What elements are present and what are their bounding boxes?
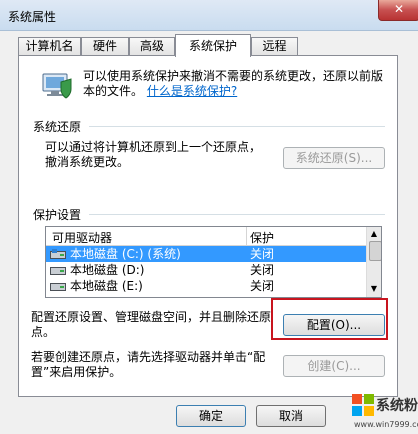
title-bar: 系统属性 ✕ xyxy=(0,0,418,31)
section-title-protection: 保护设置 xyxy=(33,208,82,222)
scroll-down-icon[interactable]: ▼ xyxy=(368,283,380,295)
hard-drive-icon xyxy=(50,283,66,291)
drive-protection-status: 关闭 xyxy=(250,247,275,261)
scroll-thumb[interactable] xyxy=(369,241,381,261)
section-divider xyxy=(89,214,385,215)
hard-drive-icon xyxy=(50,267,66,275)
drive-name: 本地磁盘 (E:) xyxy=(70,279,143,293)
drives-list[interactable]: 可用驱动器 保护 本地磁盘 (C:) (系统) 关闭 本地磁盘 (D:) 关闭 xyxy=(45,226,382,298)
what-is-system-protection-link[interactable]: 什么是系统保护? xyxy=(147,84,237,98)
highlight-annotation xyxy=(271,298,388,340)
list-scrollbar[interactable]: ▲ ▼ xyxy=(366,227,381,297)
tab-panel: 可以使用系统保护来撤消不需要的系统更改，还原以前版本的文件。 什么是系统保护? … xyxy=(18,55,398,397)
close-button[interactable]: ✕ xyxy=(378,0,418,21)
system-restore-button[interactable]: 系统还原(S)... xyxy=(283,147,385,169)
section-title-restore: 系统还原 xyxy=(33,120,82,134)
drive-row[interactable]: 本地磁盘 (E:) 关闭 xyxy=(46,278,366,294)
configure-description: 配置还原设置、管理磁盘空间，并且删除还原点。 xyxy=(31,310,272,339)
create-description: 若要创建还原点，请先选择驱动器并单击“配置”来启用保护。 xyxy=(31,350,266,379)
column-header-protection[interactable]: 保护 xyxy=(250,229,274,246)
drive-protection-status: 关闭 xyxy=(250,279,275,293)
ok-button[interactable]: 确定 xyxy=(176,405,246,427)
intro-text: 可以使用系统保护来撤消不需要的系统更改，还原以前版本的文件。 什么是系统保护? xyxy=(83,69,384,98)
system-protection-icon xyxy=(42,73,72,99)
watermark: 系统粉 www.win7999.com xyxy=(352,390,418,434)
tab-remote[interactable]: 远程 xyxy=(251,37,298,55)
create-button[interactable]: 创建(C)... xyxy=(283,355,385,377)
column-header-drive[interactable]: 可用驱动器 xyxy=(52,229,112,246)
watermark-brand: 系统粉 xyxy=(376,398,418,414)
window-title: 系统属性 xyxy=(8,10,57,24)
drive-row[interactable]: 本地磁盘 (D:) 关闭 xyxy=(46,262,366,278)
tab-system-protection[interactable]: 系统保护 xyxy=(175,34,251,57)
drive-row[interactable]: 本地磁盘 (C:) (系统) 关闭 xyxy=(46,246,366,262)
tab-advanced[interactable]: 高级 xyxy=(129,37,175,55)
cancel-button[interactable]: 取消 xyxy=(256,405,326,427)
tab-computer-name[interactable]: 计算机名 xyxy=(18,37,81,55)
section-divider xyxy=(89,126,385,127)
restore-description: 可以通过将计算机还原到上一个还原点，撤消系统更改。 xyxy=(45,140,262,169)
list-header: 可用驱动器 保护 xyxy=(46,227,366,246)
drive-name: 本地磁盘 (D:) xyxy=(70,263,145,277)
system-drive-icon xyxy=(50,249,66,259)
tab-hardware[interactable]: 硬件 xyxy=(81,37,129,55)
drive-name: 本地磁盘 (C:) (系统) xyxy=(70,247,181,261)
watermark-url: www.win7999.com xyxy=(354,420,418,429)
drive-protection-status: 关闭 xyxy=(250,263,275,277)
windows-logo-icon xyxy=(352,394,374,416)
scroll-up-icon[interactable]: ▲ xyxy=(368,228,380,240)
close-icon: ✕ xyxy=(393,2,405,16)
